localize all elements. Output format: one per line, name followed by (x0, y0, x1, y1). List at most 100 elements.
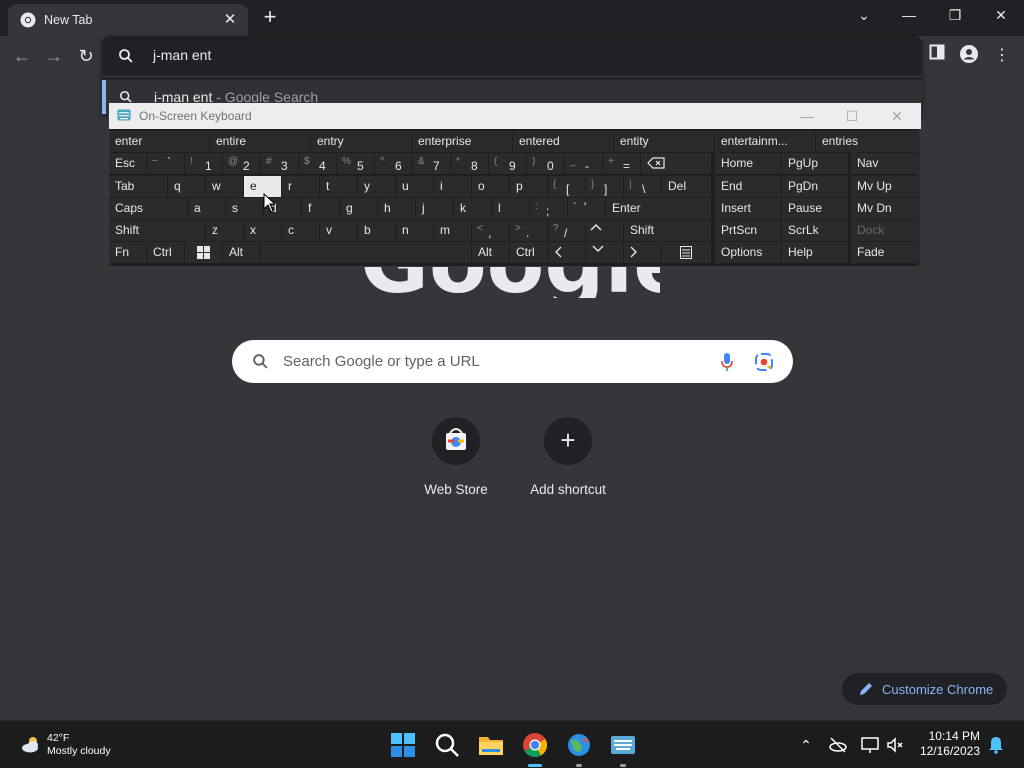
chevron-up-icon[interactable]: ⌃ (796, 735, 816, 755)
key-left-bracket[interactable]: {[ (548, 176, 585, 197)
key-2[interactable]: @2 (223, 153, 260, 174)
key-m[interactable]: m (434, 220, 471, 241)
up-arrow-key[interactable] (586, 220, 623, 241)
prediction-key[interactable]: enter (109, 131, 209, 152)
key-j[interactable]: j (416, 198, 453, 219)
move-down-key[interactable]: Mv Dn (851, 198, 920, 219)
options-key[interactable]: Options (715, 242, 781, 263)
google-lens-icon[interactable] (754, 352, 774, 372)
key-p[interactable]: p (510, 176, 547, 197)
key-5[interactable]: % 5 (337, 153, 374, 174)
pause-key[interactable]: Pause (782, 198, 848, 219)
prediction-key[interactable]: entered (513, 131, 613, 152)
left-arrow-key[interactable] (548, 242, 585, 263)
restore-button[interactable]: ❐ (939, 3, 971, 27)
browser-tab[interactable]: New Tab ✕ (8, 4, 248, 36)
on-screen-keyboard-app-icon[interactable] (609, 731, 637, 759)
key-1[interactable]: ! 1 (185, 153, 222, 174)
maps-globe-icon[interactable] (565, 731, 593, 759)
reload-button[interactable]: ↻ (74, 44, 98, 68)
key-9[interactable]: (9 (489, 153, 526, 174)
osk-title-bar[interactable]: On-Screen Keyboard — ☐ ✕ (109, 103, 921, 129)
key-u[interactable]: u (396, 176, 433, 197)
scrlk-key[interactable]: ScrLk (782, 220, 848, 241)
fade-key[interactable]: Fade (851, 242, 920, 263)
key-s[interactable]: s (226, 198, 263, 219)
notification-bell-icon[interactable] (986, 735, 1006, 755)
tab-key[interactable]: Tab (109, 176, 167, 197)
pgdn-key[interactable]: PgDn (782, 176, 848, 197)
alt-key-right[interactable]: Alt (472, 242, 509, 263)
customize-chrome-button[interactable]: Customize Chrome (842, 673, 1007, 705)
key-q[interactable]: q (168, 176, 205, 197)
osk-close-button[interactable]: ✕ (887, 107, 907, 125)
key-w[interactable]: w (206, 176, 243, 197)
profile-icon[interactable] (957, 44, 981, 68)
key-z[interactable]: z (206, 220, 243, 241)
weather-cloudy-icon[interactable] (20, 733, 42, 755)
side-panel-icon[interactable] (925, 44, 949, 68)
end-key[interactable]: End (715, 176, 781, 197)
move-up-key[interactable]: Mv Up (851, 176, 920, 197)
key-t[interactable]: t (320, 176, 357, 197)
key-right-bracket[interactable]: }] (586, 176, 623, 197)
key-period[interactable]: >. (510, 220, 547, 241)
system-clock[interactable]: 10:14 PM 12/16/2023 (920, 729, 980, 759)
key-o[interactable]: o (472, 176, 509, 197)
prtscn-key[interactable]: PrtScn (715, 220, 781, 241)
help-key[interactable]: Help (782, 242, 848, 263)
prediction-key[interactable]: entire (210, 131, 310, 152)
key-backslash[interactable]: | \ (624, 176, 661, 197)
key-l[interactable]: l (492, 198, 529, 219)
key-c[interactable]: c (282, 220, 319, 241)
search-icon[interactable] (433, 731, 461, 759)
home-key[interactable]: Home (715, 153, 781, 174)
back-button[interactable]: ← (10, 44, 34, 68)
ctrl-key[interactable]: Ctrl (147, 242, 184, 263)
key-equals[interactable]: + = (603, 153, 640, 174)
key-6[interactable]: ^ 6 (375, 153, 412, 174)
esc-key[interactable]: Esc (109, 153, 146, 174)
key-n[interactable]: n (396, 220, 433, 241)
prediction-key[interactable]: entries (816, 131, 920, 152)
menu-key[interactable] (662, 242, 711, 263)
tilde-key[interactable]: ~ ` (147, 153, 184, 174)
right-arrow-key[interactable] (624, 242, 661, 263)
tab-close-icon[interactable]: ✕ (220, 10, 240, 30)
key-7[interactable]: & 7 (413, 153, 450, 174)
minimize-button[interactable]: — (893, 3, 925, 27)
shift-key[interactable]: Shift (109, 220, 205, 241)
menu-icon[interactable]: ⋮ (990, 44, 1014, 68)
alt-key[interactable]: Alt (223, 242, 260, 263)
shortcut-web-store[interactable]: Web Store (401, 417, 511, 497)
key-v[interactable]: v (320, 220, 357, 241)
caps-key[interactable]: Caps (109, 198, 187, 219)
prediction-key[interactable]: entry (311, 131, 411, 152)
close-window-button[interactable]: ✕ (985, 3, 1017, 27)
prediction-key[interactable]: enterprise (412, 131, 512, 152)
nav-key[interactable]: Nav (851, 153, 920, 174)
osk-maximize-button[interactable]: ☐ (842, 107, 862, 125)
microphone-icon[interactable] (720, 352, 734, 372)
key-3[interactable]: #3 (261, 153, 298, 174)
key-0[interactable]: ) 0 (527, 153, 564, 174)
address-row[interactable]: j-man ent (102, 36, 922, 76)
key-4[interactable]: $4 (299, 153, 336, 174)
file-explorer-icon[interactable] (477, 731, 505, 759)
osk-minimize-button[interactable]: — (797, 107, 817, 125)
key-y[interactable]: y (358, 176, 395, 197)
key-8[interactable]: * 8 (451, 153, 488, 174)
key-comma[interactable]: <, (472, 220, 509, 241)
windows-start-icon[interactable] (389, 731, 417, 759)
tab-search-icon[interactable]: ⌄ (848, 3, 880, 27)
key-r[interactable]: r (282, 176, 319, 197)
search-input[interactable]: Search Google or type a URL (283, 353, 480, 370)
dock-key[interactable]: Dock (851, 220, 920, 241)
key-k[interactable]: k (454, 198, 491, 219)
search-box[interactable]: Search Google or type a URL (232, 340, 793, 383)
key-g[interactable]: g (340, 198, 377, 219)
new-tab-button[interactable]: + (258, 6, 282, 30)
key-i[interactable]: i (434, 176, 471, 197)
onedrive-offline-icon[interactable] (828, 735, 848, 755)
down-arrow-key[interactable] (586, 242, 623, 263)
